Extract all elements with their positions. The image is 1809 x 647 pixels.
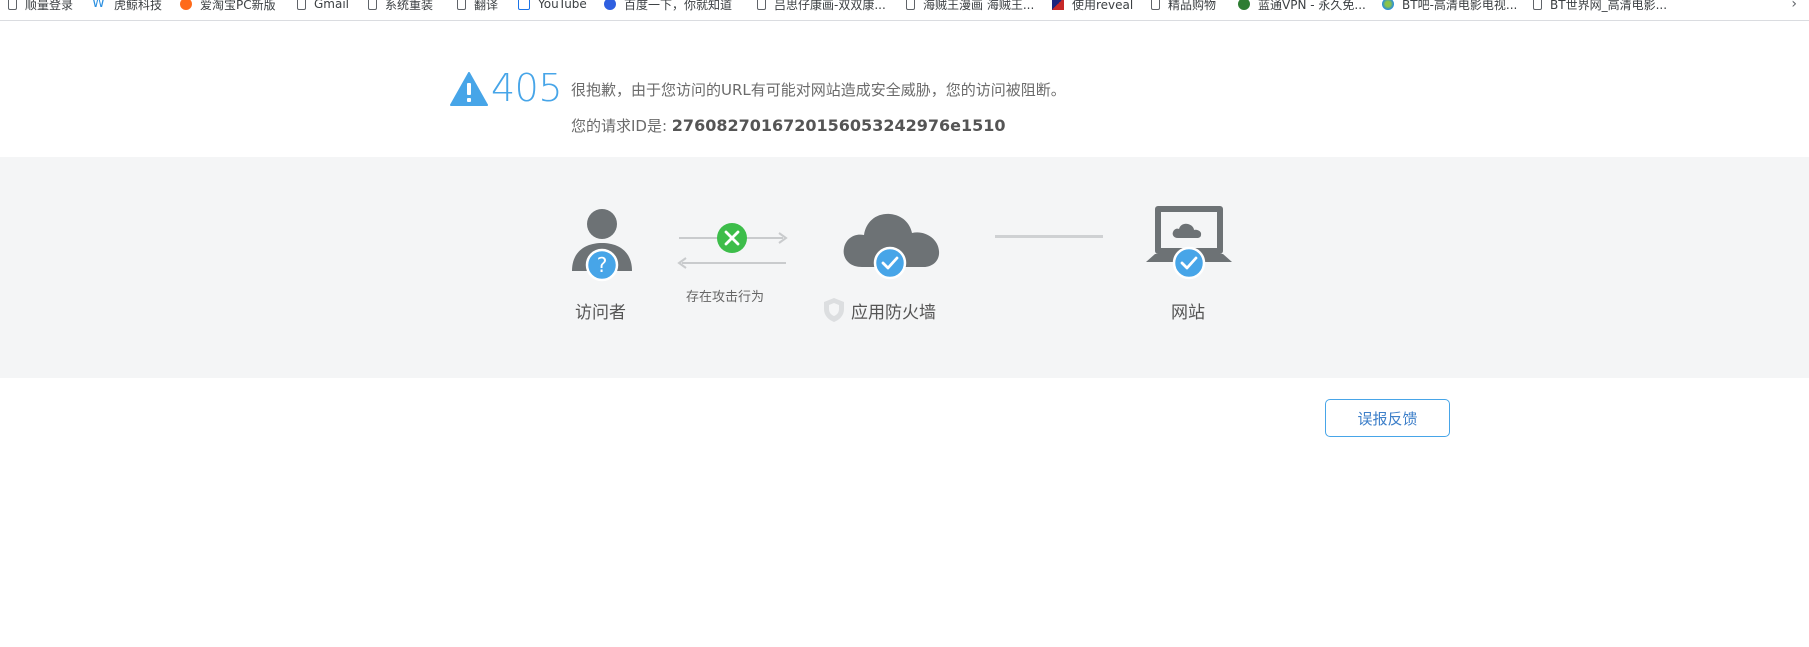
error-message: 很抱歉，由于您访问的URL有可能对网站造成安全威胁，您的访问被阻断。 [571,81,1066,99]
bookmark-item[interactable]: 海贼王漫画 海贼王... [906,0,1034,13]
page-icon [368,0,377,10]
bookmark-item[interactable]: Gmail [297,0,349,13]
firewall-label: 应用防火墙 [851,303,936,323]
bookmark-item[interactable]: 使用reveal [1052,0,1133,13]
visitor-icon: ? [568,207,636,286]
bookmark-item[interactable]: BT吧-高清电影电视... [1382,0,1517,13]
website-laptop-icon [1146,205,1232,285]
page-icon [906,0,915,10]
bookmarks-bar: 顺量登录 W 虎鲸科技 爱淘宝PC新版 Gmail 系统重装 翻译 YouTube… [0,0,1809,21]
page-icon [757,0,766,10]
bookmark-item[interactable]: BT世界网_高清电影... [1533,0,1667,13]
blocked-arrows-icon [675,221,790,275]
bookmark-item[interactable]: 精品购物 [1151,0,1216,13]
brand-icon: W [92,0,105,11]
page-icon [1533,0,1542,10]
visitor-label: 访问者 [575,303,626,323]
baidu-icon [604,0,616,10]
page-icon [457,0,466,10]
bookmark-item[interactable]: 百度一下，你就知道 [604,0,732,13]
vpn-icon [1238,0,1250,10]
error-code: 405 [491,66,563,110]
flag-icon [1052,0,1064,10]
request-id-label: 您的请求ID是: [571,117,672,135]
chevron-right-icon[interactable]: › [1791,0,1797,12]
false-positive-feedback-button[interactable]: 误报反馈 [1325,399,1450,437]
bookmark-item[interactable]: 蓝通VPN - 永久免... [1238,0,1366,13]
request-id-value: 27608270167201560532429​76e1510 [671,116,1006,135]
bookmark-item[interactable]: 翻译 [457,0,498,13]
youtube-icon [518,0,530,10]
page-icon [8,0,17,10]
bookmark-item[interactable]: 爱淘宝PC新版 [180,0,276,13]
flow-diagram: ? 访问者 存在攻击行为 应用防火墙 网站 [0,157,1809,378]
page-icon [1151,0,1160,10]
bookmark-item[interactable]: 吕思仔康画-双双康... [757,0,886,13]
request-id-line: 您的请求ID是: 27608270167201560532429​76e1510 [571,115,1006,136]
shield-icon [822,297,846,327]
bookmark-item[interactable]: 顺量登录 [8,0,73,13]
globe-icon [1382,0,1394,10]
bookmark-item[interactable]: YouTube [518,0,587,13]
firewall-cloud-icon [842,205,942,287]
bookmark-item[interactable]: W 虎鲸科技 [92,0,162,13]
warning-icon [450,72,488,110]
page-icon [297,0,306,10]
attack-label: 存在攻击行为 [686,290,765,305]
connector-line [995,235,1103,238]
website-label: 网站 [1171,303,1205,323]
taobao-icon [180,0,192,10]
svg-text:?: ? [597,253,608,277]
bookmark-item[interactable]: 系统重装 [368,0,433,13]
